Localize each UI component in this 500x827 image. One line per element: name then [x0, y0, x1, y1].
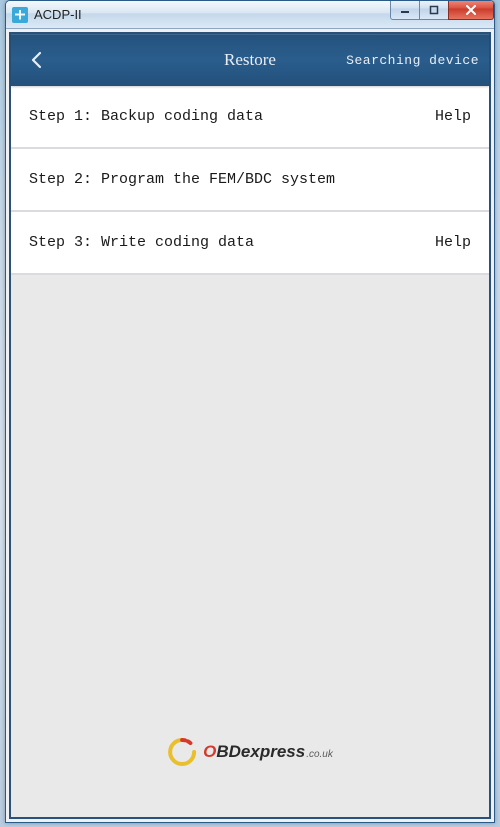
window-frame: ACDP-II Restore Searching device [5, 0, 495, 823]
watermark-brand-first: O [203, 742, 216, 761]
watermark-text: OBDexpress.co.uk [203, 742, 333, 762]
app-frame: Restore Searching device Step 1: Backup … [9, 32, 491, 819]
titlebar[interactable]: ACDP-II [6, 1, 494, 29]
watermark-brand-rest: BDexpress [216, 742, 305, 761]
help-link[interactable]: Help [435, 234, 471, 251]
chevron-left-icon [28, 51, 46, 69]
back-button[interactable] [21, 44, 53, 76]
step-label: Step 2: Program the FEM/BDC system [29, 171, 335, 188]
content-area: OBDexpress.co.uk [11, 275, 489, 817]
step-row-1[interactable]: Step 1: Backup coding data Help [11, 86, 489, 149]
window-title: ACDP-II [34, 7, 82, 22]
watermark: OBDexpress.co.uk [167, 737, 333, 767]
minimize-icon [400, 5, 410, 15]
watermark-icon [167, 737, 197, 767]
device-status: Searching device [346, 53, 479, 68]
watermark-suffix: .co.uk [306, 749, 333, 760]
window-controls [391, 0, 494, 20]
app-header: Restore Searching device [11, 34, 489, 86]
close-button[interactable] [448, 0, 494, 20]
close-icon [465, 5, 477, 15]
step-row-3[interactable]: Step 3: Write coding data Help [11, 212, 489, 275]
step-label: Step 3: Write coding data [29, 234, 254, 251]
help-link[interactable]: Help [435, 108, 471, 125]
app-icon [12, 7, 28, 23]
page-title: Restore [224, 50, 276, 70]
steps-list: Step 1: Backup coding data Help Step 2: … [11, 86, 489, 275]
maximize-icon [429, 5, 439, 15]
minimize-button[interactable] [390, 0, 420, 20]
step-label: Step 1: Backup coding data [29, 108, 263, 125]
step-row-2[interactable]: Step 2: Program the FEM/BDC system [11, 149, 489, 212]
maximize-button[interactable] [419, 0, 449, 20]
